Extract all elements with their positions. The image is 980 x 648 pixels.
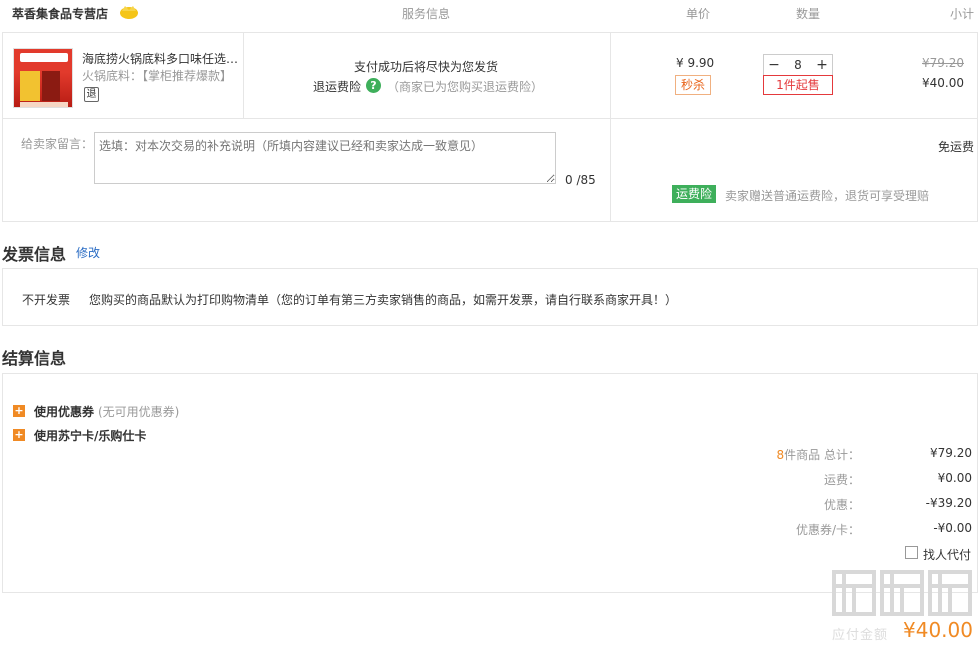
subtotal-price: ¥40.00 (922, 76, 964, 90)
watermark-logo-icon (832, 570, 972, 616)
decrease-quantity-button[interactable]: − (764, 55, 784, 75)
question-icon[interactable]: ? (366, 78, 381, 93)
guarantee-icon: 退 (84, 87, 99, 102)
settlement-section-title: 结算信息 (2, 349, 67, 368)
seller-message-input[interactable] (94, 132, 556, 184)
card-discount-value: -¥0.00 (933, 521, 972, 535)
invoice-section-title: 发票信息 (2, 245, 67, 264)
product-title[interactable]: 海底捞火锅底料多口味任选套装 (82, 50, 242, 67)
proxy-pay-label[interactable]: 找人代付 (923, 546, 971, 563)
flash-sale-badge: 秒杀 (675, 75, 711, 95)
total-label-text: 件商品 总计： (784, 448, 860, 462)
discount-value: -¥39.20 (925, 496, 972, 510)
total-items-label: 8件商品 总计： (740, 446, 860, 463)
card-discount-label: 优惠券/卡： (795, 523, 860, 537)
invoice-modify-link[interactable]: 修改 (76, 244, 100, 261)
expand-coupon-icon[interactable]: + (13, 405, 25, 417)
discount-label: 优惠： (823, 498, 860, 512)
message-char-count: 0 /85 (565, 173, 596, 187)
payable-amount: ¥40.00 (903, 618, 973, 642)
shipping-fee-value: ¥0.00 (937, 471, 972, 485)
product-variant: 火锅底料：【掌柜推荐爆款】 (82, 69, 233, 83)
use-card-toggle[interactable]: 使用苏宁卡/乐购仕卡 (34, 427, 146, 444)
invoice-note: 您购买的商品默认为打印购物清单（您的订单有第三方卖家销售的商品，如需开发票，请自… (89, 293, 678, 307)
column-header-subtotal: 小计 (950, 7, 975, 21)
shipping-fee-label: 运费： (823, 473, 860, 487)
store-name[interactable]: 萃香集食品专营店 (12, 5, 108, 22)
service-insurance-label: 退运费险 (313, 80, 362, 94)
coupon-availability-note: (无可用优惠券) (98, 405, 180, 419)
service-insurance-note: （商家已为您购买退运费险） (387, 80, 544, 94)
shipping-insurance-badge: 运费险 (672, 185, 716, 203)
original-subtotal: ¥79.20 (922, 56, 964, 70)
payable-label: 应付金额 (832, 628, 889, 643)
expand-card-icon[interactable]: + (13, 429, 25, 441)
quantity-input[interactable]: 8 (784, 55, 812, 75)
unit-price: ¥ 9.90 (676, 56, 715, 70)
min-purchase-badge: 1件起售 (763, 75, 833, 95)
increase-quantity-button[interactable]: + (812, 55, 832, 75)
divider (610, 33, 611, 221)
column-header-quantity: 数量 (796, 7, 821, 21)
service-shipping-text: 支付成功后将尽快为您发货 (354, 60, 499, 74)
proxy-pay-checkbox[interactable] (905, 546, 918, 559)
quantity-stepper: − 8 + (763, 54, 833, 76)
seller-message-label: 给卖家留言： (21, 137, 94, 151)
total-value: ¥79.20 (930, 446, 972, 460)
store-crown-icon (120, 6, 138, 19)
column-header-service: 服务信息 (402, 7, 451, 21)
divider (3, 118, 977, 119)
invoice-type: 不开发票 (22, 293, 71, 307)
use-coupon-toggle[interactable]: 使用优惠券 (34, 403, 94, 420)
divider (243, 33, 244, 119)
shipping-method: 免运费 (938, 140, 975, 154)
shipping-insurance-note: 卖家赠送普通运费险，退货可享受理赔 (725, 189, 930, 203)
column-header-unit-price: 单价 (686, 7, 711, 21)
product-thumbnail[interactable] (13, 48, 73, 108)
